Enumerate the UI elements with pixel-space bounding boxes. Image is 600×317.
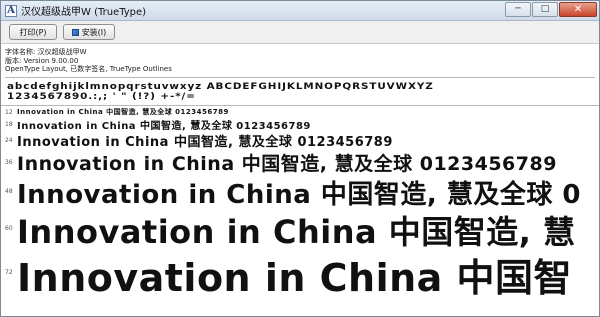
window-title: 汉仪超级战甲W (TrueType)	[21, 7, 147, 18]
sample-row-36: 36 Innovation in China 中国智造, 慧及全球 012345…	[1, 149, 599, 175]
toolbar: 打印(P) 安装(I)	[1, 21, 599, 44]
size-label: 12	[5, 108, 13, 116]
charset-digits-symbols: 1234567890.:,; ' " (!?) +-*/=	[7, 91, 196, 102]
sample-text: Innovation in China 中国智造, 慧及全球 0	[17, 179, 581, 210]
font-info: 字体名称: 汉仪超级战甲W 版本: Version 9.00.00 OpenTy…	[1, 44, 599, 74]
sample-text: Innovation in China 中国智	[17, 255, 573, 300]
font-features-line: OpenType Layout, 已数字签名, TrueType Outline…	[5, 65, 172, 73]
install-button[interactable]: 安装(I)	[63, 24, 115, 40]
sample-row-72: 72 Innovation in China 中国智	[1, 247, 599, 300]
close-button[interactable]: ✕	[559, 2, 597, 17]
sample-text: Innovation in China 中国智造, 慧及全球 012345678…	[17, 120, 311, 132]
sample-row-18: 18 Innovation in China 中国智造, 慧及全球 012345…	[1, 117, 599, 132]
size-label: 60	[5, 224, 13, 232]
maximize-button[interactable]: □	[532, 2, 558, 17]
sample-row-12: 12 Innovation in China 中国智造, 慧及全球 012345…	[1, 107, 599, 117]
sample-row-48: 48 Innovation in China 中国智造, 慧及全球 0	[1, 174, 599, 210]
print-button[interactable]: 打印(P)	[9, 24, 57, 40]
font-name-line: 字体名称: 汉仪超级战甲W	[5, 48, 87, 56]
sample-text: Innovation in China 中国智造, 慧及全球 012345678…	[17, 152, 557, 175]
size-label: 36	[5, 158, 13, 166]
size-label: 72	[5, 268, 13, 276]
sample-text: Innovation in China 中国智造, 慧及全球 012345678…	[17, 107, 229, 116]
font-version-line: 版本: Version 9.00.00	[5, 56, 79, 65]
window-controls: ─ □ ✕	[504, 2, 597, 17]
shield-icon	[71, 28, 79, 36]
sample-area: 12 Innovation in China 中国智造, 慧及全球 012345…	[1, 104, 599, 300]
size-label: 18	[5, 120, 13, 128]
font-file-icon: A	[5, 4, 17, 17]
minimize-button[interactable]: ─	[505, 2, 531, 17]
charset-letters: abcdefghijklmnopqrstuvwxyz ABCDEFGHIJKLM…	[7, 81, 434, 92]
sample-row-60: 60 Innovation in China 中国智造, 慧	[1, 207, 599, 251]
install-button-label: 安装(I)	[81, 27, 107, 37]
font-viewer-window: A 汉仪超级战甲W (TrueType) ─ □ ✕ 打印(P) 安装(I) 字…	[0, 0, 600, 317]
title-bar[interactable]: A 汉仪超级战甲W (TrueType) ─ □ ✕	[1, 1, 599, 21]
sample-text: Innovation in China 中国智造, 慧及全球 012345678…	[17, 134, 393, 150]
sample-row-24: 24 Innovation in China 中国智造, 慧及全球 012345…	[1, 131, 599, 150]
size-label: 24	[5, 136, 13, 144]
size-label: 48	[5, 187, 13, 195]
character-set: abcdefghijklmnopqrstuvwxyz ABCDEFGHIJKLM…	[1, 78, 599, 102]
